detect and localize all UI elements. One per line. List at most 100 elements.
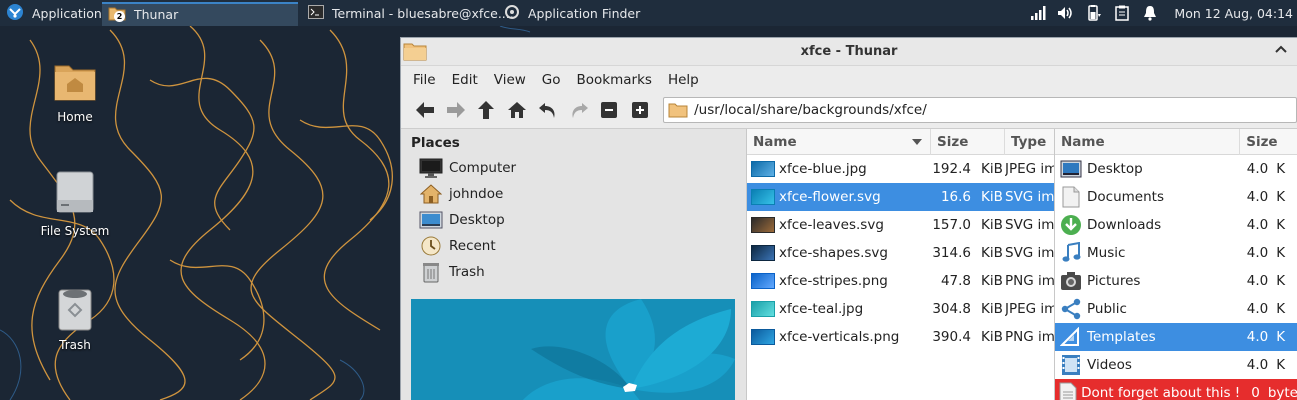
signal-strength-icon[interactable]: [1026, 0, 1050, 26]
column-name[interactable]: Name: [1055, 129, 1241, 155]
sidebar-item-recent[interactable]: Recent: [401, 233, 746, 259]
folder-name: Desktop: [1087, 161, 1143, 177]
file-size-cell: 47.8 KiB: [931, 273, 1005, 289]
desktop-trash[interactable]: Trash: [20, 284, 130, 352]
folder-name-cell: Downloads: [1055, 213, 1240, 237]
arrow-left-icon: [415, 102, 434, 118]
folder-row[interactable]: Templates 4.0 K: [1055, 323, 1297, 351]
menu-help[interactable]: Help: [660, 72, 707, 88]
folder-row[interactable]: Dont forget about this ! 0 byte: [1055, 379, 1297, 400]
folder-size-unit: K: [1276, 301, 1286, 317]
image-thumbnail-icon: [751, 273, 775, 289]
downloads-folder-icon: [1058, 213, 1084, 237]
app-finder-icon: [504, 4, 520, 23]
location-input[interactable]: [694, 102, 1285, 118]
top-panel: Applications 2 Thunar Terminal - bluesab…: [0, 0, 1297, 26]
desktop-trash-label: Trash: [59, 338, 91, 352]
image-thumbnail-icon: [751, 161, 775, 177]
forward-button[interactable]: [442, 96, 470, 124]
templates-folder-icon: [1058, 325, 1084, 349]
file-row[interactable]: xfce-flower.svg 16.6 KiB SVG im: [747, 183, 1054, 211]
task-application-finder[interactable]: Application Finder: [498, 2, 694, 26]
redo-button[interactable]: [565, 96, 593, 124]
file-type: SVG im: [1005, 189, 1054, 205]
file-size: 314.6: [932, 245, 971, 261]
file-size: 157.0: [932, 217, 971, 233]
home-button[interactable]: [503, 96, 531, 124]
file-name-cell: xfce-shapes.svg: [747, 245, 931, 261]
file-name: xfce-flower.svg: [779, 189, 881, 205]
file-row[interactable]: xfce-shapes.svg 314.6 KiB SVG im: [747, 239, 1054, 267]
file-row[interactable]: xfce-blue.jpg 192.4 KiB JPEG im: [747, 155, 1054, 183]
sidebar-item-trash[interactable]: Trash: [401, 259, 746, 285]
column-size[interactable]: Size: [931, 129, 1005, 155]
menu-view[interactable]: View: [486, 72, 534, 88]
applications-menu-button[interactable]: Applications: [0, 0, 108, 26]
file-row[interactable]: xfce-leaves.svg 157.0 KiB SVG im: [747, 211, 1054, 239]
desktop-file-system-label: File System: [40, 224, 110, 238]
task-thunar[interactable]: 2 Thunar: [102, 1, 298, 26]
folder-row[interactable]: Music 4.0 K: [1055, 239, 1297, 267]
desktop-file-system[interactable]: File System: [20, 170, 130, 238]
toolbar: [401, 94, 1297, 126]
pictures-folder-icon: [1058, 269, 1084, 293]
menu-edit[interactable]: Edit: [444, 72, 486, 88]
back-button[interactable]: [411, 96, 439, 124]
folder-name: Pictures: [1087, 273, 1141, 289]
sidebar-item-computer[interactable]: Computer: [401, 155, 746, 181]
folder-size: 4.0: [1246, 189, 1269, 205]
file-name-cell: xfce-blue.jpg: [747, 161, 931, 177]
places-sidebar: Places Computer johndoe Desktop Recent T…: [401, 129, 747, 400]
battery-icon[interactable]: [1082, 0, 1106, 26]
menu-go[interactable]: Go: [534, 72, 569, 88]
file-row[interactable]: xfce-verticals.png 390.4 KiB PNG im: [747, 323, 1054, 351]
desktop-home[interactable]: Home: [20, 56, 130, 124]
column-size[interactable]: Size: [1240, 129, 1297, 155]
folder-size-unit: K: [1276, 189, 1286, 205]
folder-size-unit: K: [1276, 329, 1286, 345]
folder-row[interactable]: Documents 4.0 K: [1055, 183, 1297, 211]
folder-name-cell: Documents: [1055, 185, 1240, 209]
file-row[interactable]: xfce-teal.jpg 304.8 KiB JPEG im: [747, 295, 1054, 323]
clipboard-icon[interactable]: [1110, 0, 1134, 26]
task-terminal-label: Terminal - bluesabre@xfce....: [332, 6, 514, 21]
panel-clock[interactable]: Mon 12 Aug, 04:14: [1174, 6, 1293, 21]
folder-name: Templates: [1087, 329, 1156, 345]
undo-button[interactable]: [534, 96, 562, 124]
arrow-up-icon: [478, 101, 495, 119]
folder-name: Videos: [1087, 357, 1132, 373]
window-titlebar[interactable]: xfce - Thunar: [401, 38, 1297, 66]
folder-row[interactable]: Desktop 4.0 K: [1055, 155, 1297, 183]
window-body: Places Computer johndoe Desktop Recent T…: [401, 128, 1297, 400]
zoom-out-button[interactable]: [596, 96, 624, 124]
task-terminal[interactable]: Terminal - bluesabre@xfce....: [302, 2, 514, 26]
folder-size-unit: K: [1276, 161, 1286, 177]
folder-row[interactable]: Public 4.0 K: [1055, 295, 1297, 323]
folder-name: Documents: [1087, 189, 1164, 205]
notification-bell-icon[interactable]: [1138, 0, 1162, 26]
folder-row[interactable]: Videos 4.0 K: [1055, 351, 1297, 379]
sidebar-item-johndoe[interactable]: johndoe: [401, 181, 746, 207]
file-row[interactable]: xfce-stripes.png 47.8 KiB PNG im: [747, 267, 1054, 295]
column-type[interactable]: Type: [1005, 129, 1054, 155]
redo-icon: [572, 103, 588, 118]
trash-bin-icon: [51, 284, 99, 332]
file-name: xfce-leaves.svg: [779, 217, 884, 233]
sidebar-item-desktop[interactable]: Desktop: [401, 207, 746, 233]
menu-bookmarks[interactable]: Bookmarks: [569, 72, 660, 88]
window-count-badge: 2: [114, 11, 125, 22]
folder-row[interactable]: Downloads 4.0 K: [1055, 211, 1297, 239]
volume-icon[interactable]: [1054, 0, 1078, 26]
public-folder-icon: [1058, 297, 1084, 321]
folder-row[interactable]: Pictures 4.0 K: [1055, 267, 1297, 295]
folder-size: 0: [1251, 385, 1260, 400]
menu-bar: File Edit View Go Bookmarks Help: [401, 66, 1297, 94]
sidebar-item-label: Desktop: [449, 212, 505, 228]
chevron-up-icon[interactable]: [1275, 42, 1287, 58]
file-size-cell: 390.4 KiB: [931, 329, 1005, 345]
folder-name-cell: Videos: [1055, 353, 1240, 377]
menu-file[interactable]: File: [405, 72, 444, 88]
zoom-in-button[interactable]: [626, 96, 654, 124]
parent-folder-button[interactable]: [473, 96, 501, 124]
column-name[interactable]: Name: [747, 129, 931, 155]
